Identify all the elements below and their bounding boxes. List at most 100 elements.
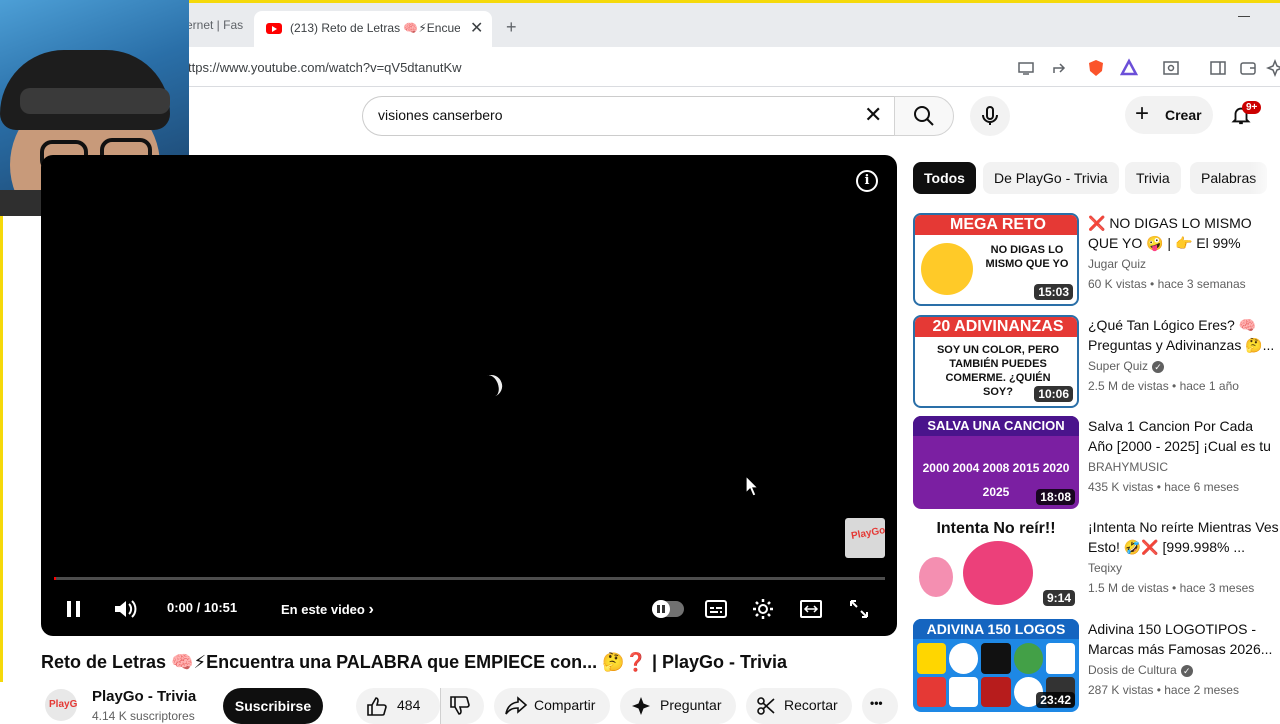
subscriber-count: 4.14 K suscriptores [92,709,195,723]
ask-button[interactable]: Preguntar [620,688,736,724]
chip-from-channel[interactable]: De PlayGo - Trivia [983,162,1119,194]
clip-button[interactable]: Recortar [746,688,852,724]
share-arrow-icon [505,696,528,715]
video-thumbnail[interactable]: SALVA UNA CANCION 2000 2004 2008 2015 20… [913,416,1079,509]
recommendation-channel[interactable]: Super Quiz ✓ [1088,359,1165,373]
clear-search-icon[interactable]: ✕ [864,102,882,128]
more-dots-icon: ••• [870,696,883,710]
youtube-favicon-icon [266,23,282,34]
recommendation-title[interactable]: ¿Qué Tan Lógico Eres? 🧠 Preguntas y Adiv… [1088,315,1280,355]
small-blob-icon [919,557,953,597]
thumbnail-headline: MEGA RETO [915,215,1077,235]
install-app-icon[interactable] [1016,58,1036,78]
chip-all[interactable]: Todos [913,162,976,194]
subscribe-button[interactable]: Suscribirse [223,688,323,724]
brave-shield-icon[interactable] [1086,58,1106,78]
video-thumbnail[interactable]: 20 ADIVINANZAS SOY UN COLOR, PERO TAMBIÉ… [913,315,1079,408]
wallet-icon[interactable] [1238,58,1258,78]
avatar-text: PlayGo [49,699,77,710]
create-button[interactable]: + Crear [1125,96,1213,134]
close-tab-icon[interactable]: ✕ [470,18,483,38]
share-page-icon[interactable] [1050,58,1070,78]
recommendation-meta: 60 K vistas • hace 3 semanas [1088,277,1246,291]
video-thumbnail[interactable]: MEGA RETO NO DIGAS LO MISMO QUE YO 15:03 [913,213,1079,306]
voice-search-button[interactable] [970,96,1010,136]
recommendation-item[interactable]: MEGA RETO NO DIGAS LO MISMO QUE YO 15:03… [913,213,1280,307]
recommendation-item[interactable]: ADIVINA 150 LOGOS 23:42 Adivina 150 LOGO… [913,619,1280,713]
info-icon[interactable]: i [856,170,878,192]
verified-check-icon: ✓ [1152,360,1165,373]
progress-bar[interactable] [54,577,885,580]
recommendation-title[interactable]: ❌ NO DIGAS LO MISMO QUE YO 🤪 | 👉 El 99% … [1088,213,1280,253]
emoji-face-icon [921,243,973,295]
progress-bar-fill [54,577,56,580]
video-duration: 23:42 [1036,692,1075,708]
thumbs-up-icon [367,697,387,716]
url-field[interactable]: ttps://www.youtube.com/watch?v=qV5dtanut… [188,60,462,75]
extension-icon[interactable] [1161,58,1181,78]
recommendation-item[interactable]: SALVA UNA CANCION 2000 2004 2008 2015 20… [913,416,1280,510]
brave-rewards-icon[interactable] [1119,58,1139,78]
recommendation-meta: 2.5 M de vistas • hace 1 año [1088,379,1239,393]
search-button[interactable] [894,96,954,136]
video-duration: 10:06 [1034,386,1073,402]
chapters-label: En este video [281,602,365,617]
like-button[interactable]: 484 [356,688,440,724]
subtitles-icon[interactable] [704,598,728,620]
autoplay-toggle[interactable] [652,600,684,618]
recommendation-meta: 435 K vistas • hace 6 meses [1088,480,1239,494]
recommendation-channel[interactable]: Jugar Quiz [1088,257,1146,271]
recommendation-title[interactable]: Adivina 150 LOGOTIPOS - Marcas más Famos… [1088,619,1280,659]
recommendation-channel[interactable]: Dosis de Cultura ✓ [1088,663,1193,677]
new-tab-button[interactable]: + [506,17,517,38]
channel-name[interactable]: PlayGo - Trivia [92,688,196,705]
search-input[interactable]: visiones canserbero [378,107,503,123]
video-player[interactable] [41,155,897,636]
mouse-cursor-icon [745,475,759,497]
recommendation-meta: 287 K vistas • hace 2 meses [1088,683,1239,697]
recommendation-item[interactable]: Intenta No reír!! 9:14 ¡Intenta No reírt… [913,517,1280,611]
chip-trivia[interactable]: Trivia [1125,162,1181,194]
fullscreen-icon[interactable] [847,597,871,621]
minimize-icon[interactable] [1238,16,1250,17]
share-button[interactable]: Compartir [494,688,610,724]
tab-title: (213) Reto de Letras 🧠⚡Encue [290,21,460,35]
time-display: 0:00 / 10:51 [167,600,238,615]
chapters-button[interactable]: En este video › [281,601,374,619]
more-actions-button[interactable]: ••• [862,688,898,724]
notifications-badge: 9+ [1242,101,1262,114]
channel-watermark[interactable]: PlayGo [845,518,887,558]
theater-mode-icon[interactable] [799,598,823,620]
recommendation-item[interactable]: 20 ADIVINANZAS SOY UN COLOR, PERO TAMBIÉ… [913,315,1280,409]
chevron-right-icon: › [368,601,374,618]
thumbnail-headline: Intenta No reír!! [936,520,1056,537]
tab-inactive[interactable]: ernet | Fas [186,18,252,38]
video-duration: 9:14 [1042,590,1075,606]
recommendation-title[interactable]: ¡Intenta No reírte Mientras Ves Esto! 🤣❌… [1088,517,1280,557]
recommendation-channel[interactable]: BRAHYMUSIC [1088,460,1168,474]
video-duration: 15:03 [1034,284,1073,300]
sparkle-icon [632,697,650,715]
video-title: Reto de Letras 🧠⚡Encuentra una PALABRA q… [41,652,788,672]
recommendation-title[interactable]: Salva 1 Cancion Por Cada Año [2000 - 202… [1088,416,1280,456]
tab-active[interactable]: (213) Reto de Letras 🧠⚡Encue ✕ [254,11,492,47]
ask-label: Preguntar [660,697,722,713]
recommendation-channel[interactable]: Teqixy [1088,561,1122,575]
video-thumbnail[interactable]: ADIVINA 150 LOGOS 23:42 [913,619,1079,712]
settings-gear-icon[interactable] [751,597,775,621]
scissors-icon [757,697,775,715]
channel-avatar[interactable]: PlayGo [45,689,77,721]
verified-check-icon: ✓ [1180,664,1193,677]
pause-icon[interactable] [64,599,84,619]
video-duration: 18:08 [1036,489,1075,505]
dislike-button[interactable] [440,688,484,724]
webcam-headband [20,88,170,114]
thumbnail-headline: 20 ADIVINANZAS [915,317,1077,337]
video-thumbnail[interactable]: Intenta No reír!! 9:14 [913,517,1079,610]
leo-ai-icon[interactable] [1265,58,1280,78]
sidebar-toggle-icon[interactable] [1208,58,1228,78]
pink-blob-icon [963,541,1033,605]
volume-icon[interactable] [112,597,138,621]
watermark-text: PlayGo [850,525,887,542]
autoplay-pause-icon [652,600,670,618]
